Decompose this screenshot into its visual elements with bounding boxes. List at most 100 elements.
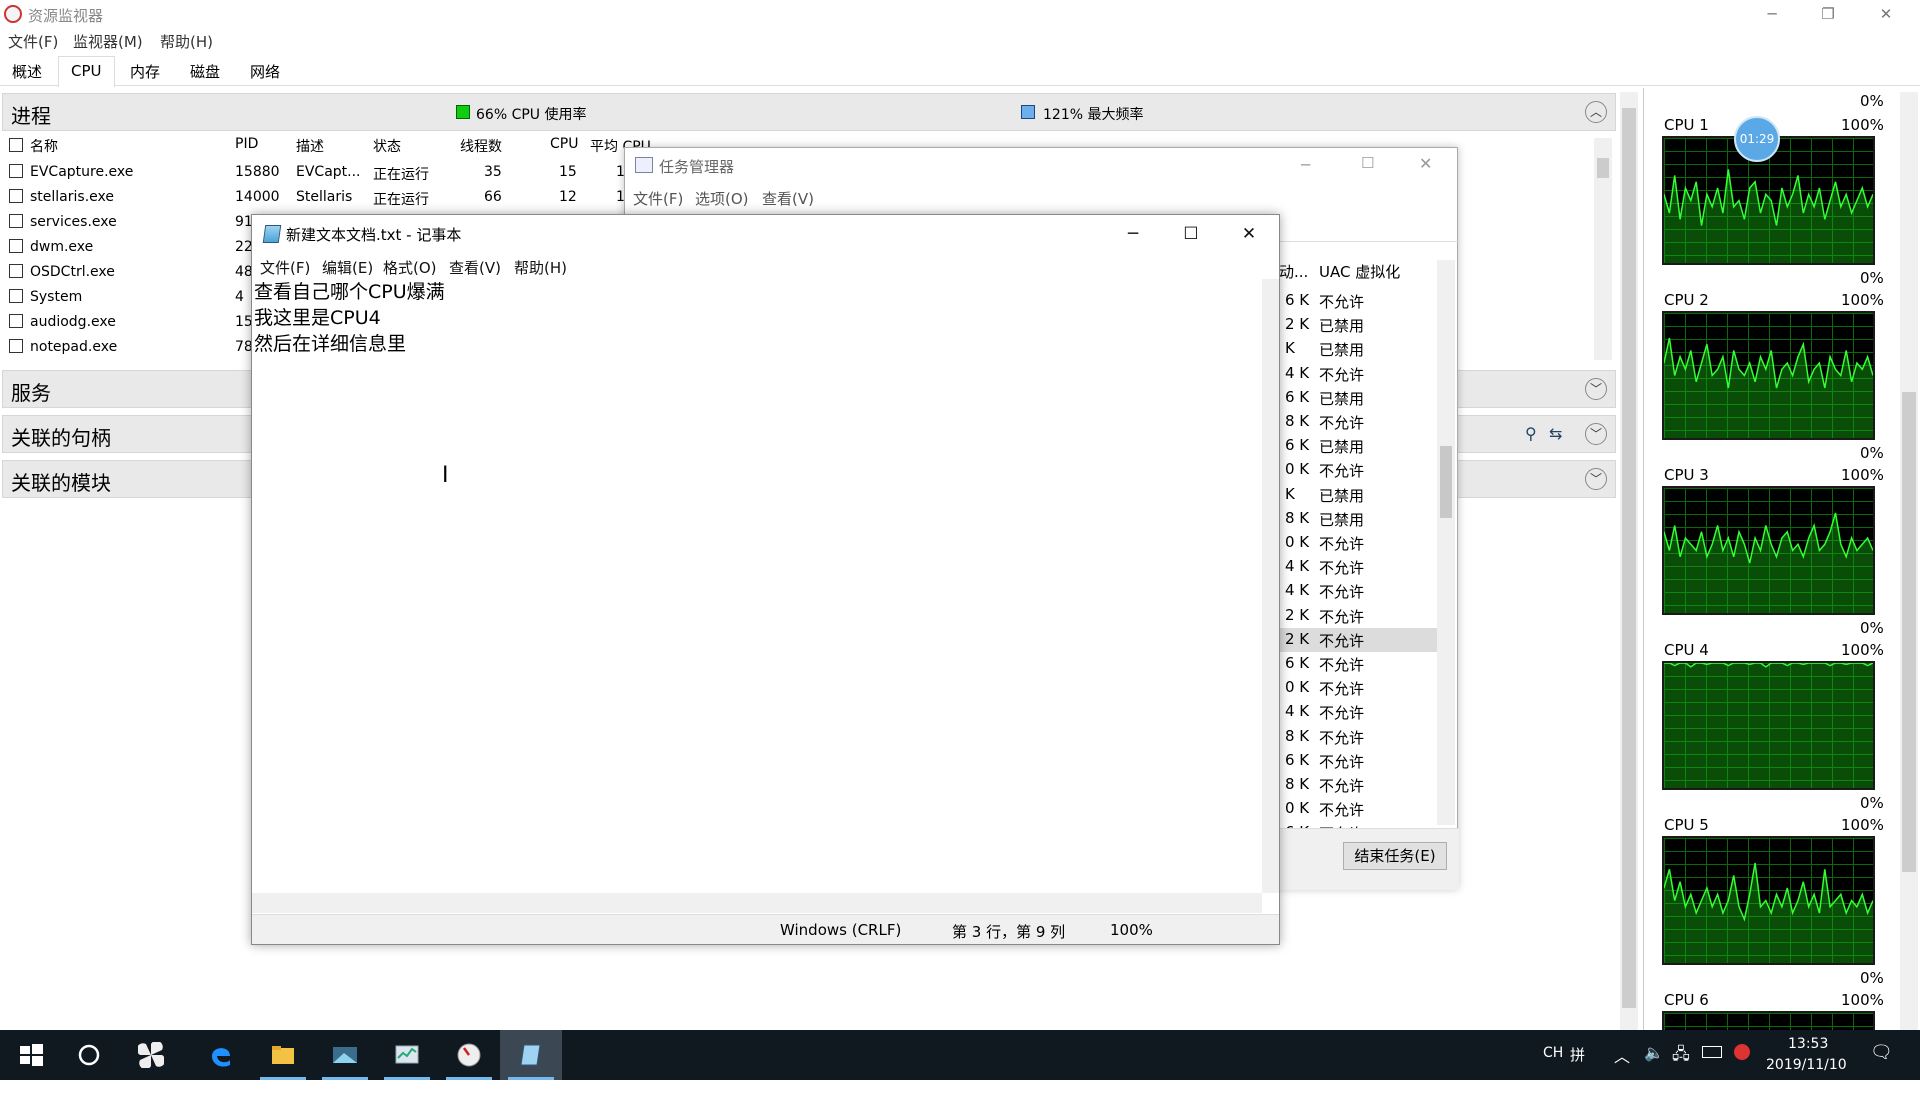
search-icon[interactable]: ⚲ (1525, 424, 1537, 443)
expand-chevron-icon[interactable]: ﹀ (1585, 468, 1607, 490)
tm-row[interactable]: 8 K 不允许 (1275, 773, 1425, 797)
np-vscrollbar[interactable] (1262, 279, 1279, 893)
clock-date[interactable]: 2019/11/10 (1766, 1057, 1847, 1107)
tab-cpu[interactable]: CPU (58, 56, 115, 87)
tm-row[interactable]: 6 K 已禁用 (1275, 386, 1425, 410)
np-menu-file[interactable]: 文件(F) (260, 257, 310, 278)
np-text-area[interactable]: 查看自己哪个CPU爆满 我这里是CPU4 然后在详细信息里 (254, 279, 1262, 905)
tm-row[interactable]: 2 K 已禁用 (1275, 313, 1425, 337)
taskbar-evcapture[interactable] (314, 1030, 376, 1080)
table-row[interactable]: EVCapture.exe 15880 EVCapt... 正在运行 35 15… (2, 161, 642, 186)
close-button[interactable]: ✕ (1858, 0, 1914, 28)
tm-row[interactable]: 0 K 不允许 (1275, 531, 1425, 555)
col-cpu[interactable]: CPU (550, 136, 578, 152)
scroll-thumb[interactable] (1597, 158, 1609, 178)
np-menu-format[interactable]: 格式(O) (383, 257, 437, 278)
notification-icon[interactable]: 🗨 (1870, 1042, 1893, 1092)
refresh-icon[interactable]: ⇆ (1549, 424, 1562, 443)
tm-col-partial[interactable]: 动... (1279, 261, 1308, 282)
scroll-thumb[interactable] (1440, 446, 1452, 518)
row-checkbox[interactable] (9, 189, 23, 203)
np-menu-edit[interactable]: 编辑(E) (322, 257, 373, 278)
tm-row[interactable]: 0 K 不允许 (1275, 797, 1425, 821)
col-status[interactable]: 状态 (373, 136, 401, 156)
np-close-button[interactable]: ✕ (1220, 215, 1278, 253)
scroll-thumb[interactable] (1622, 108, 1636, 1008)
row-checkbox[interactable] (9, 289, 23, 303)
np-maximize-button[interactable]: ☐ (1162, 215, 1220, 253)
tm-row[interactable]: 4 K 不允许 (1275, 700, 1425, 724)
col-pid[interactable]: PID (235, 136, 258, 152)
taskbar-resource-monitor[interactable] (438, 1030, 500, 1080)
tab-memory[interactable]: 内存 (118, 58, 172, 86)
col-threads[interactable]: 线程数 (460, 136, 502, 156)
tm-row[interactable]: 0 K 不允许 (1275, 458, 1425, 482)
collapse-chevron-icon[interactable]: ︿ (1585, 101, 1607, 123)
tm-row[interactable]: 6 K 已禁用 (1275, 434, 1425, 458)
menu-help[interactable]: 帮助(H) (160, 31, 213, 52)
tm-menu-file[interactable]: 文件(F) (633, 188, 683, 209)
taskbar-file-explorer[interactable] (252, 1030, 314, 1080)
tm-maximize-button[interactable]: ☐ (1361, 154, 1374, 172)
tab-disk[interactable]: 磁盘 (178, 58, 232, 86)
tm-close-button[interactable]: ✕ (1419, 154, 1432, 173)
cortana-button[interactable] (58, 1030, 120, 1080)
process-section-header[interactable]: 进程 66% CPU 使用率 121% 最大频率 ︿ (2, 93, 1616, 131)
tm-row[interactable]: K 已禁用 (1275, 337, 1425, 361)
expand-chevron-icon[interactable]: ﹀ (1585, 423, 1607, 445)
tm-minimize-button[interactable]: ─ (1301, 156, 1310, 174)
col-desc[interactable]: 描述 (296, 136, 324, 156)
tm-row[interactable]: 6 K 不允许 (1275, 652, 1425, 676)
tm-menu-options[interactable]: 选项(O) (695, 188, 749, 209)
tm-row[interactable]: 6 K 不允许 (1275, 749, 1425, 773)
ime-mode[interactable]: 拼 (1570, 1044, 1585, 1094)
np-menu-help[interactable]: 帮助(H) (514, 257, 567, 278)
tm-row[interactable]: 2 K 不允许 (1275, 627, 1453, 652)
tab-overview[interactable]: 概述 (0, 58, 54, 86)
taskbar-task-manager[interactable] (376, 1030, 438, 1080)
minimize-button[interactable]: ─ (1744, 0, 1800, 28)
menu-file[interactable]: 文件(F) (8, 31, 58, 52)
tm-col-uac[interactable]: UAC 虚拟化 (1319, 261, 1400, 282)
network-icon[interactable]: 🖧 (1672, 1043, 1690, 1093)
menu-monitor[interactable]: 监视器(M) (73, 31, 143, 52)
tab-network[interactable]: 网络 (238, 58, 292, 86)
tm-row[interactable]: 0 K 不允许 (1275, 676, 1425, 700)
np-minimize-button[interactable]: ─ (1104, 215, 1162, 253)
tm-row[interactable]: 8 K 不允许 (1275, 410, 1425, 434)
antivirus-icon[interactable] (1734, 1044, 1750, 1060)
row-checkbox[interactable] (9, 164, 23, 178)
col-name[interactable]: 名称 (30, 136, 58, 156)
end-task-button[interactable]: 结束任务(E) (1343, 842, 1447, 870)
tm-row[interactable]: 4 K 不允许 (1275, 579, 1425, 603)
table-row[interactable]: stellaris.exe 14000 Stellaris 正在运行 66 12… (2, 186, 642, 211)
tm-row[interactable]: 8 K 不允许 (1275, 725, 1425, 749)
ime-lang[interactable]: CH (1543, 1045, 1563, 1095)
tm-row[interactable]: 4 K 不允许 (1275, 555, 1425, 579)
volume-icon[interactable]: 🔈 (1644, 1043, 1664, 1093)
row-checkbox[interactable] (9, 264, 23, 278)
process-scrollbar[interactable] (1594, 138, 1612, 360)
row-checkbox[interactable] (9, 339, 23, 353)
tm-row[interactable]: 2 K 不允许 (1275, 604, 1425, 628)
tm-row[interactable]: 4 K 不允许 (1275, 362, 1425, 386)
tm-row[interactable]: K 已禁用 (1275, 483, 1425, 507)
expand-chevron-icon[interactable]: ﹀ (1585, 378, 1607, 400)
recording-timer-badge[interactable]: 01:29 (1734, 116, 1780, 162)
row-checkbox[interactable] (9, 214, 23, 228)
row-checkbox[interactable] (9, 239, 23, 253)
row-checkbox[interactable] (9, 314, 23, 328)
tm-row[interactable]: 8 K 已禁用 (1275, 507, 1425, 531)
taskbar-notepad[interactable] (500, 1030, 562, 1080)
tm-scrollbar[interactable] (1437, 260, 1455, 825)
restore-button[interactable]: ❐ (1800, 0, 1856, 28)
graphs-scrollbar[interactable] (1900, 92, 1918, 1030)
scroll-thumb[interactable] (1902, 392, 1916, 872)
taskbar-edge[interactable] (190, 1030, 252, 1080)
battery-icon[interactable] (1702, 1046, 1722, 1058)
start-button[interactable] (0, 1030, 62, 1080)
np-menu-view[interactable]: 查看(V) (449, 257, 501, 278)
select-all-checkbox[interactable] (9, 138, 23, 152)
np-hscrollbar[interactable] (252, 893, 1262, 913)
main-scrollbar[interactable] (1620, 92, 1638, 1030)
